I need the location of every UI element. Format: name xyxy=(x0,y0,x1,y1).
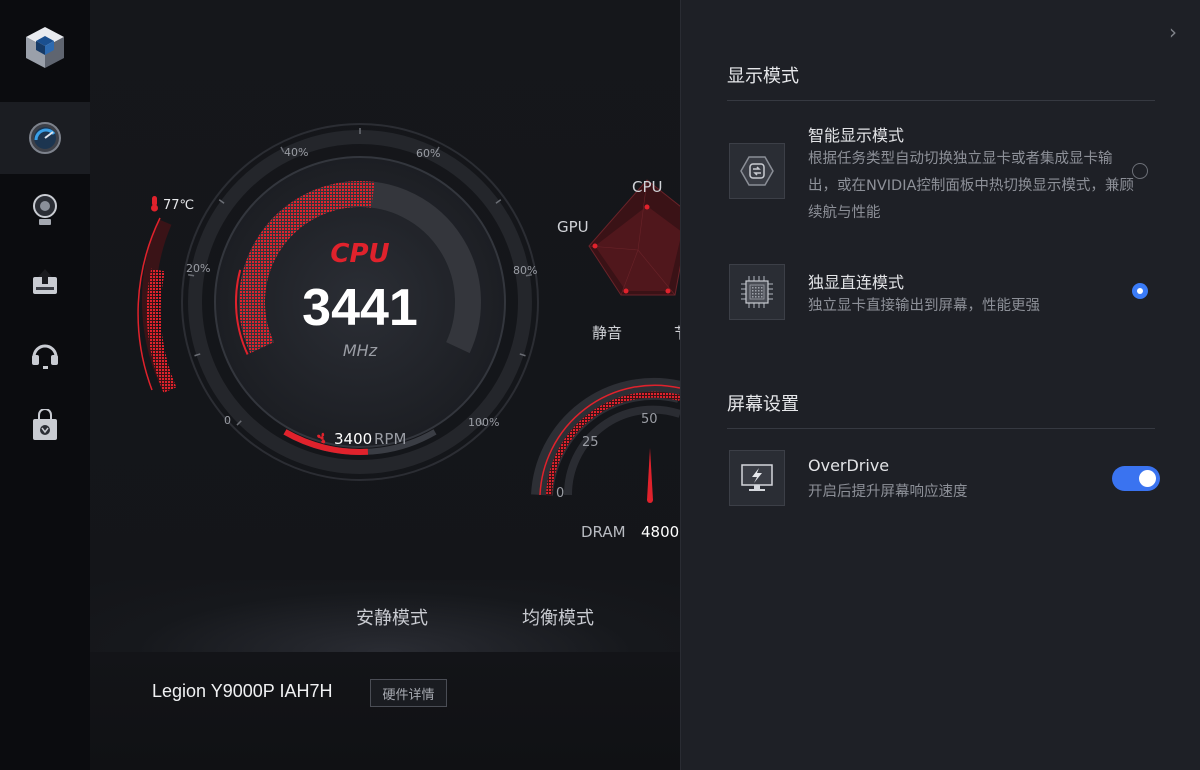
dram-tick-50: 50 xyxy=(641,412,658,427)
headset-icon xyxy=(32,344,58,369)
radar-label-quiet: 静音 xyxy=(592,324,622,342)
hardware-details-button[interactable]: 硬件详情 xyxy=(370,679,447,707)
divider xyxy=(727,428,1155,429)
dram-tick-25: 25 xyxy=(582,435,599,450)
upload-box-icon xyxy=(33,269,57,294)
display-mode-title: 显示模式 xyxy=(727,66,799,87)
radar-label-gpu: GPU xyxy=(557,218,589,236)
mode-balanced-button[interactable]: 均衡模式 xyxy=(522,604,594,630)
fan-speed: 3400 xyxy=(334,430,372,448)
cpu-unit: MHz xyxy=(343,341,378,360)
sidebar-item-audio[interactable] xyxy=(0,318,90,390)
cube-logo-icon[interactable] xyxy=(22,24,68,70)
shopping-bag-icon xyxy=(33,409,57,440)
sidebar xyxy=(0,0,90,770)
dram-frequency: 4800 xyxy=(641,523,679,541)
sidebar-item-lighting[interactable] xyxy=(0,174,90,246)
device-name: Legion Y9000P IAH7H xyxy=(152,681,333,701)
monitor-bolt-icon xyxy=(729,450,785,506)
sidebar-item-gauge[interactable] xyxy=(0,102,90,174)
cpu-frequency: 3441 xyxy=(302,279,418,337)
screen-settings-title: 屏幕设置 xyxy=(727,394,799,415)
lightbulb-icon xyxy=(33,194,57,225)
dram-tick-0: 0 xyxy=(556,486,564,501)
gauge-icon xyxy=(29,122,61,154)
display-settings-panel: › 显示模式 智能显示模式 根据任务类型自动切换独立显卡或者集成显卡输出，或在N… xyxy=(680,0,1200,770)
divider xyxy=(727,100,1155,101)
smart-switch-icon xyxy=(729,143,785,199)
tick-label-0: 0 xyxy=(224,414,231,427)
chip-icon xyxy=(729,264,785,320)
sidebar-item-shop[interactable] xyxy=(0,390,90,462)
dgpu-direct-mode-description: 独立显卡直接输出到屏幕，性能更强 xyxy=(808,298,1040,314)
temperature-value: 77℃ xyxy=(163,198,194,213)
smart-display-mode-title: 智能显示模式 xyxy=(808,126,905,145)
temperature-arc xyxy=(146,268,177,393)
tick-label-80: 80% xyxy=(513,264,537,277)
dgpu-direct-mode-radio[interactable] xyxy=(1132,283,1148,299)
overdrive-title: OverDrive xyxy=(808,456,890,475)
gauge-area: 0 20% 40% 60% 80% 100% 77℃ CPU 3441 MHz … xyxy=(137,123,680,541)
smart-display-mode-description: 根据任务类型自动切换独立显卡或者集成显卡输出，或在NVIDIA控制面板中热切换显… xyxy=(808,151,1134,221)
radar-label-cpu: CPU xyxy=(632,178,663,196)
overdrive-toggle[interactable] xyxy=(1112,466,1160,491)
performance-radar xyxy=(588,179,680,296)
overdrive-description: 开启后提升屏幕响应速度 xyxy=(808,484,968,500)
tick-label-100: 100% xyxy=(468,416,499,429)
tick-label-20: 20% xyxy=(186,262,210,275)
tick-label-40: 40% xyxy=(284,146,308,159)
dashboard: 0 20% 40% 60% 80% 100% 77℃ CPU 3441 MHz … xyxy=(90,0,680,770)
dgpu-direct-mode-title: 独显直连模式 xyxy=(808,273,905,292)
mode-quiet-button[interactable]: 安静模式 xyxy=(356,604,428,630)
thermometer-icon xyxy=(151,196,158,212)
fan-unit: RPM xyxy=(374,430,406,448)
cpu-label: CPU xyxy=(330,239,389,269)
dram-label: DRAM xyxy=(581,523,626,541)
smart-display-mode-radio[interactable] xyxy=(1132,163,1148,179)
tick-label-60: 60% xyxy=(416,147,440,160)
sidebar-item-upload[interactable] xyxy=(0,246,90,318)
chevron-right-icon[interactable]: › xyxy=(1169,20,1177,44)
toggle-knob xyxy=(1139,470,1156,487)
